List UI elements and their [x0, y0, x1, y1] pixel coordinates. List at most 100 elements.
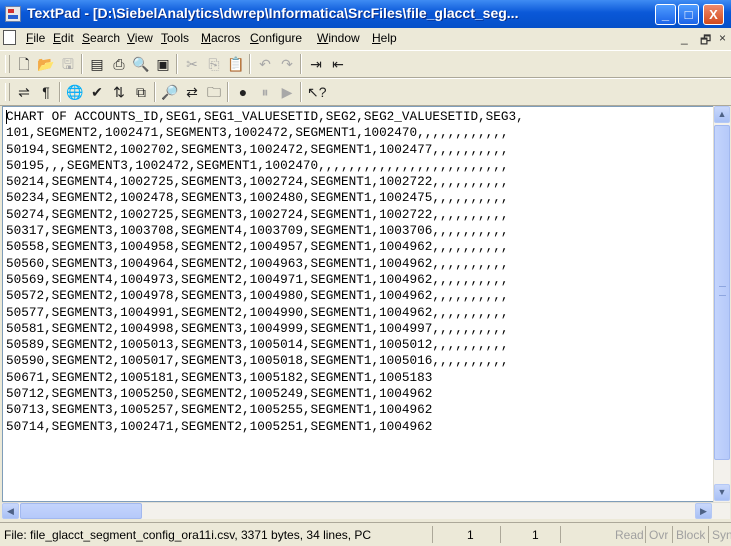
status-read-mode: Read — [615, 528, 644, 542]
compare-icon[interactable]: ⧉ — [132, 83, 150, 101]
text-line[interactable]: 50558,SEGMENT3,1004958,SEGMENT2,1004957,… — [6, 239, 524, 255]
scroll-right-button[interactable]: ▶ — [695, 503, 712, 519]
text-line[interactable]: 50712,SEGMENT3,1005250,SEGMENT2,1005249,… — [6, 386, 524, 402]
find-in-files-icon[interactable]: 🗀 — [205, 83, 223, 101]
mdi-restore-button[interactable]: 🗗 — [700, 31, 711, 52]
toolbar-separator — [227, 82, 229, 102]
text-line[interactable]: 50590,SEGMENT2,1005017,SEGMENT3,1005018,… — [6, 353, 524, 369]
horizontal-scroll-thumb[interactable] — [20, 503, 142, 519]
text-line[interactable]: 101,SEGMENT2,1002471,SEGMENT3,1002472,SE… — [6, 125, 524, 141]
indent-icon[interactable]: ⇥ — [307, 55, 325, 73]
text-line[interactable]: 50195,,,SEGMENT3,1002472,SEGMENT1,100247… — [6, 158, 524, 174]
open-folder-icon[interactable]: 📂 — [37, 55, 55, 73]
text-line[interactable]: CHART OF ACCOUNTS_ID,SEG1,SEG1_VALUESETI… — [6, 109, 524, 125]
print-icon[interactable]: ⎙ — [110, 55, 128, 73]
text-line[interactable]: 50234,SEGMENT2,1002478,SEGMENT3,1002480,… — [6, 190, 524, 206]
text-line[interactable]: 50577,SEGMENT3,1004991,SEGMENT2,1004990,… — [6, 305, 524, 321]
play-macro-icon[interactable]: ▶ — [278, 83, 296, 101]
find-icon[interactable]: 🔎 — [161, 83, 179, 101]
status-divider — [672, 526, 673, 543]
menu-help[interactable]: Help — [372, 31, 397, 45]
textpad-window: TextPad - [D:\SiebelAnalytics\dwrep\Info… — [0, 0, 731, 546]
sort-icon[interactable]: ⇅ — [110, 83, 128, 101]
close-button[interactable]: X — [703, 4, 724, 25]
title-bar[interactable]: TextPad - [D:\SiebelAnalytics\dwrep\Info… — [0, 0, 731, 28]
menu-macros[interactable]: Macros — [201, 31, 240, 45]
manage-files-icon[interactable]: ▤ — [88, 55, 106, 73]
paste-icon[interactable]: 📋 — [227, 55, 245, 73]
visible-spaces-icon[interactable]: ¶ — [37, 83, 55, 101]
cut-icon[interactable]: ✂ — [183, 55, 201, 73]
pause-macro-icon[interactable]: ⏸ — [256, 83, 274, 101]
vertical-scroll-thumb[interactable] — [714, 125, 730, 460]
scroll-up-button[interactable]: ▲ — [714, 106, 730, 123]
new-file-icon[interactable]: 🗋 — [15, 55, 33, 73]
textpad-app-icon[interactable] — [5, 6, 21, 22]
text-line[interactable]: 50671,SEGMENT2,1005181,SEGMENT3,1005182,… — [6, 370, 524, 386]
status-overwrite-mode: Ovr — [649, 528, 669, 542]
redo-icon[interactable]: ↷ — [278, 55, 296, 73]
vertical-scrollbar[interactable]: ▲ ▼ — [713, 106, 730, 502]
text-line[interactable]: 50317,SEGMENT3,1003708,SEGMENT4,1003709,… — [6, 223, 524, 239]
scroll-down-button[interactable]: ▼ — [714, 484, 730, 501]
web-browser-icon[interactable]: 🌐 — [66, 83, 84, 101]
mdi-minimize-button[interactable]: _ — [681, 31, 688, 45]
text-line[interactable]: 50714,SEGMENT3,1002471,SEGMENT2,1005251,… — [6, 419, 524, 435]
status-divider — [500, 526, 501, 543]
status-sync-mode: Sync — [712, 528, 731, 542]
menu-view[interactable]: View — [127, 31, 153, 45]
toolbar-grip[interactable] — [5, 55, 10, 73]
record-macro-icon[interactable]: ● — [234, 83, 252, 101]
status-line: 1 — [467, 528, 474, 542]
scroll-left-button[interactable]: ◀ — [2, 503, 19, 519]
minimize-button[interactable]: _ — [655, 4, 676, 25]
toolbar-separator — [154, 82, 156, 102]
status-divider — [708, 526, 709, 543]
text-line[interactable]: 50194,SEGMENT2,1002702,SEGMENT3,1002472,… — [6, 142, 524, 158]
toolbar-separator — [300, 54, 302, 74]
mdi-close-button[interactable]: × — [719, 31, 726, 45]
menu-bar: File Edit Search View Tools Macros Confi… — [0, 28, 731, 48]
spelling-icon[interactable]: ✔ — [88, 83, 106, 101]
text-line[interactable]: 50569,SEGMENT4,1004973,SEGMENT2,1004971,… — [6, 272, 524, 288]
print-preview-icon[interactable]: 🔍 — [132, 55, 150, 73]
status-file-info: File: file_glacct_segment_config_ora11i.… — [4, 528, 372, 542]
menu-tools[interactable]: Tools — [161, 31, 189, 45]
search-toolbar: ⇌ ¶ 🌐 ✔ ⇅ ⧉ 🔎 ⇄ 🗀 ● ⏸ ▶ ↖? — [0, 78, 731, 106]
status-divider — [645, 526, 646, 543]
editor-text[interactable]: CHART OF ACCOUNTS_ID,SEG1,SEG1_VALUESETI… — [6, 109, 524, 435]
menu-configure[interactable]: Configure — [250, 31, 302, 45]
text-line[interactable]: 50589,SEGMENT2,1005013,SEGMENT3,1005014,… — [6, 337, 524, 353]
toolbar-separator — [59, 82, 61, 102]
toolbar-separator — [176, 54, 178, 74]
menu-edit[interactable]: Edit — [53, 31, 74, 45]
replace-icon[interactable]: ⇄ — [183, 83, 201, 101]
toolbar-separator — [249, 54, 251, 74]
status-column: 1 — [532, 528, 539, 542]
outdent-icon[interactable]: ⇤ — [329, 55, 347, 73]
toolbar-separator — [300, 82, 302, 102]
menu-window[interactable]: Window — [317, 31, 360, 45]
menu-search[interactable]: Search — [82, 31, 120, 45]
save-icon[interactable]: 🖫 — [59, 55, 77, 73]
text-line[interactable]: 50214,SEGMENT4,1002725,SEGMENT3,1002724,… — [6, 174, 524, 190]
text-line[interactable]: 50274,SEGMENT2,1002725,SEGMENT3,1002724,… — [6, 207, 524, 223]
document-icon[interactable] — [3, 30, 16, 45]
undo-icon[interactable]: ↶ — [256, 55, 274, 73]
text-line[interactable]: 50713,SEGMENT3,1005257,SEGMENT2,1005255,… — [6, 402, 524, 418]
text-line[interactable]: 50572,SEGMENT2,1004978,SEGMENT3,1004980,… — [6, 288, 524, 304]
menu-file[interactable]: File — [26, 31, 45, 45]
toolbar-separator — [81, 54, 83, 74]
fullscreen-icon[interactable]: ▣ — [154, 55, 172, 73]
text-line[interactable]: 50581,SEGMENT2,1004998,SEGMENT3,1004999,… — [6, 321, 524, 337]
maximize-button[interactable]: □ — [678, 4, 699, 25]
text-editor[interactable]: CHART OF ACCOUNTS_ID,SEG1,SEG1_VALUESETI… — [2, 106, 714, 502]
text-line[interactable]: 50560,SEGMENT3,1004964,SEGMENT2,1004963,… — [6, 256, 524, 272]
word-wrap-icon[interactable]: ⇌ — [15, 83, 33, 101]
context-help-icon[interactable]: ↖? — [307, 83, 327, 101]
horizontal-scrollbar[interactable]: ◀ ▶ — [2, 502, 730, 519]
window-title: TextPad - [D:\SiebelAnalytics\dwrep\Info… — [27, 5, 519, 21]
status-bar: File: file_glacct_segment_config_ora11i.… — [0, 522, 731, 546]
toolbar-grip[interactable] — [5, 83, 10, 101]
copy-icon[interactable]: ⎘ — [205, 55, 223, 73]
